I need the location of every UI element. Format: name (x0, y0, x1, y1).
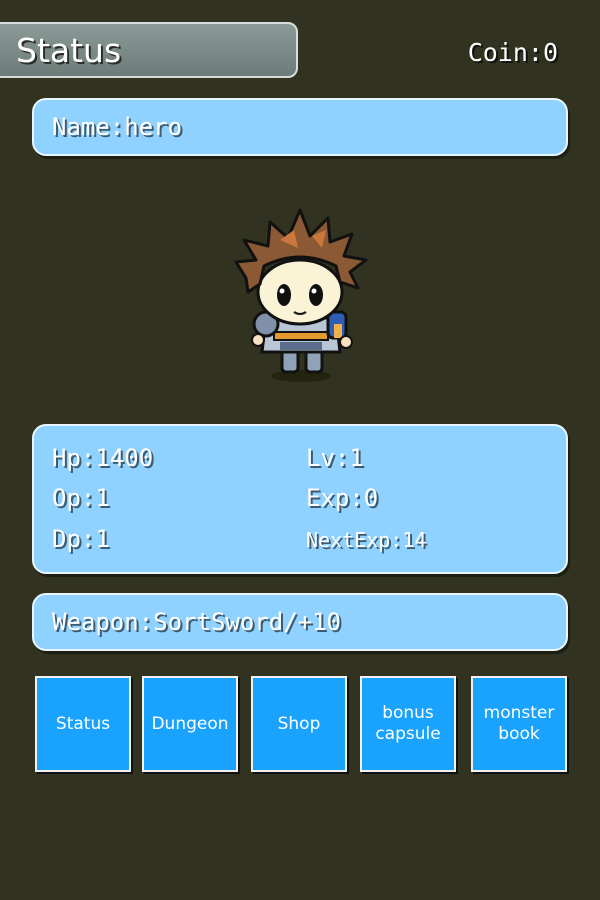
op-stat: Op:1 (52, 484, 110, 512)
shop-button[interactable]: Shop (251, 676, 347, 772)
weapon-label: Weapon:SortSword/+10 (52, 608, 341, 636)
monster-book-button[interactable]: monster book (471, 676, 567, 772)
dungeon-button-label: Dungeon (151, 713, 229, 734)
page-title: Status (0, 22, 298, 78)
status-button[interactable]: Status (35, 676, 131, 772)
weapon-panel: Weapon:SortSword/+10 (32, 593, 568, 651)
coin-counter: Coin:0 (467, 38, 558, 67)
exp-stat: Exp:0 (306, 484, 379, 512)
shop-button-label: Shop (277, 713, 321, 734)
status-button-label: Status (55, 713, 111, 734)
next-exp-stat: NextExp:14 (306, 528, 427, 552)
dp-stat: Dp:1 (52, 525, 110, 553)
name-label: Name:hero (52, 113, 183, 141)
level-stat: Lv:1 (306, 444, 364, 472)
stats-panel: Hp:1400 Lv:1 Op:1 Exp:0 Dp:1 NextExp:14 (32, 424, 568, 574)
bonus-capsule-button-label: bonus capsule (375, 703, 441, 744)
hp-stat: Hp:1400 (52, 444, 154, 472)
dungeon-button[interactable]: Dungeon (142, 676, 238, 772)
monster-book-button-label: monster book (483, 703, 555, 744)
bonus-capsule-button[interactable]: bonus capsule (360, 676, 456, 772)
hero-sprite-icon (234, 208, 368, 382)
name-panel: Name:hero (32, 98, 568, 156)
